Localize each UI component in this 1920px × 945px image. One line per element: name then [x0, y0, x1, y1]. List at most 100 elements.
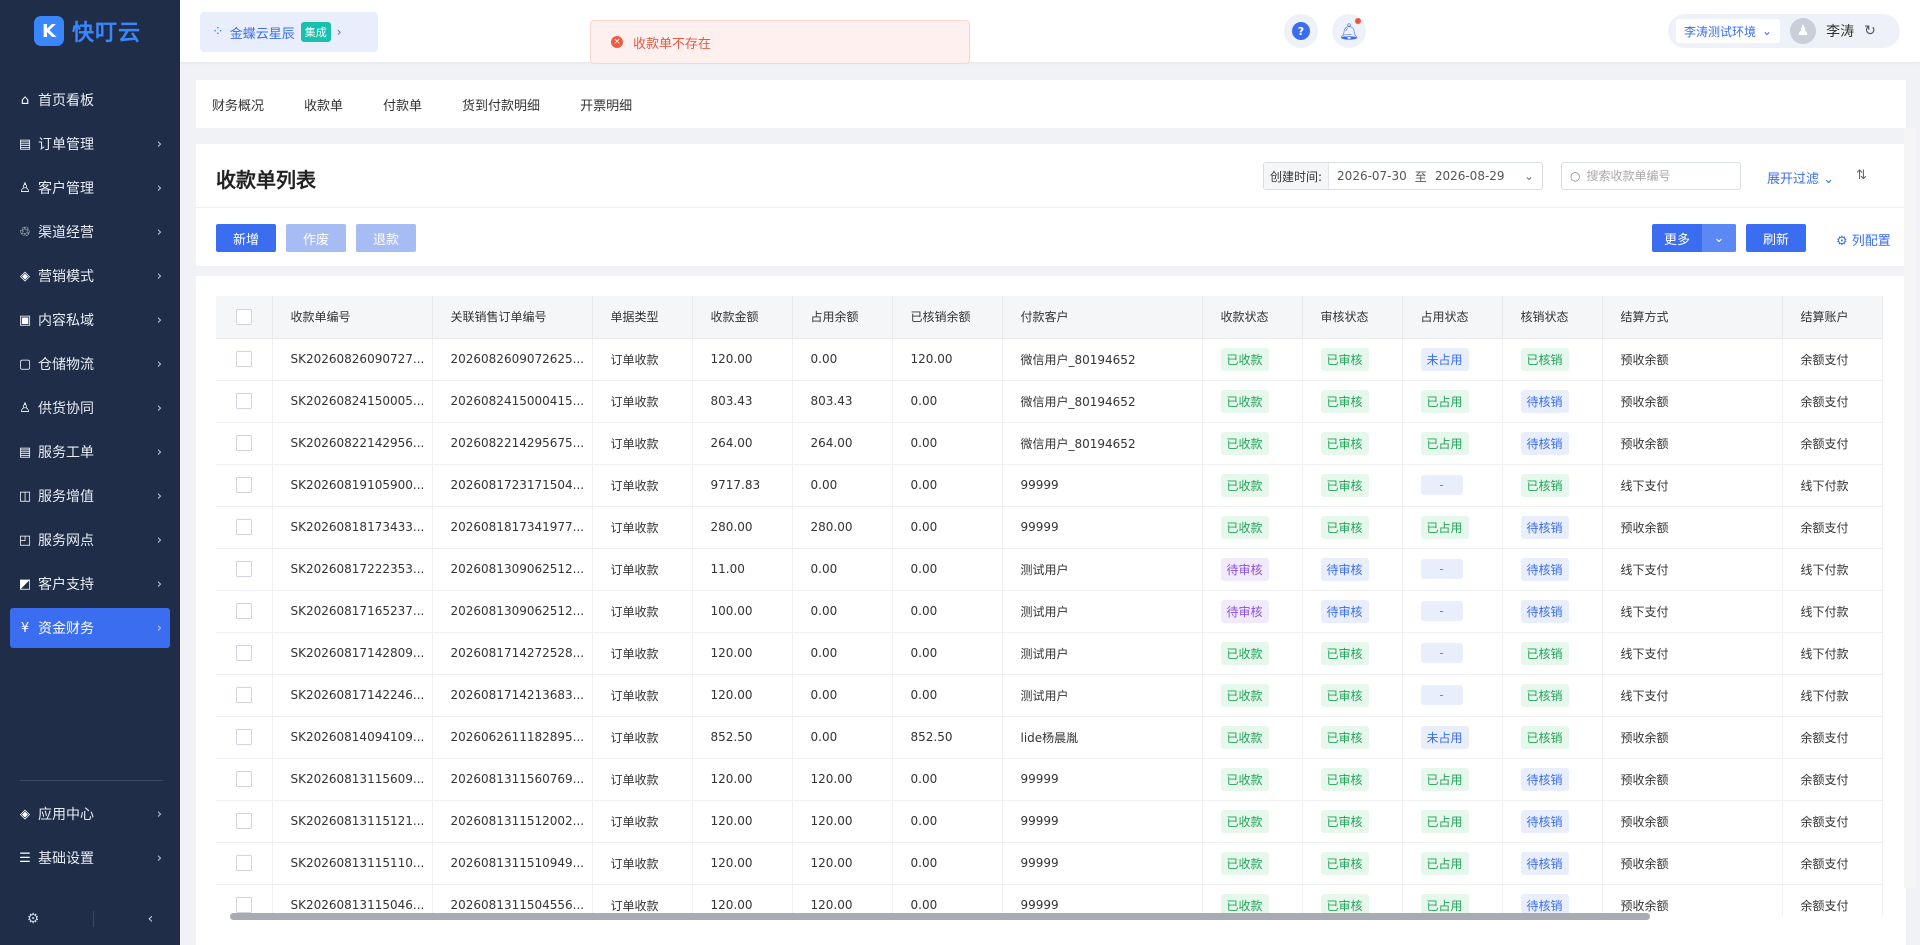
sidebar-item-warehouse[interactable]: ▢ 仓储物流 › [10, 344, 170, 384]
table-row[interactable]: SK20260813115121... 2026081311512002... 订单… [216, 800, 1883, 843]
table-cell: 已审核 [1302, 674, 1403, 717]
table-row[interactable]: SK20260817222353... 2026081309062512... 订单… [216, 548, 1883, 591]
row-checkbox[interactable] [235, 477, 252, 493]
sidebar-item-ticket[interactable]: ▤ 服务工单 › [10, 432, 170, 472]
notification-dot [1355, 18, 1361, 24]
column-header[interactable]: 已核销余额 [892, 296, 1003, 339]
table-row[interactable]: SK20260826090727... 2026082609072625... 订单… [216, 338, 1883, 381]
row-checkbox[interactable] [235, 687, 252, 703]
table-row[interactable]: SK20260818173433... 2026081817341977... 订单… [216, 506, 1883, 549]
row-checkbox[interactable] [235, 603, 252, 619]
sidebar-item-finance[interactable]: ¥ 资金财务 › [10, 608, 170, 648]
table-row[interactable]: SK20260813115609... 2026081311560769... 订单… [216, 758, 1883, 801]
table-cell: 线下支付 [1602, 674, 1783, 717]
table-cell: 0.00 [892, 800, 1003, 843]
search-box[interactable]: ○ [1561, 162, 1741, 190]
row-checkbox[interactable] [235, 813, 252, 829]
help-button[interactable]: ? [1284, 14, 1318, 48]
more-dropdown-button[interactable]: 更多 ⌄ [1652, 224, 1736, 252]
tab-3[interactable]: 货到付款明细 [462, 95, 540, 114]
page-scrollbar-track[interactable] [1904, 128, 1916, 888]
horizontal-scrollbar[interactable] [216, 911, 1864, 921]
app-logo[interactable]: K 快叮云 [0, 0, 180, 62]
column-header[interactable]: 结算账户 [1782, 296, 1883, 339]
row-checkbox[interactable] [235, 771, 252, 787]
sidebar-item-gift[interactable]: ◫ 服务增值 › [10, 476, 170, 516]
table-row[interactable]: SK20260824150005... 2026082415000415... 订单… [216, 380, 1883, 423]
table-scroll-area[interactable]: 收款单编号 关联销售订单编号 单据类型 收款金额 占用余额 已核销余额 付款客户 收款状态 审核… [216, 296, 1884, 916]
row-checkbox[interactable] [235, 393, 252, 409]
sidebar-item-channel[interactable]: ♲ 渠道经营 › [10, 212, 170, 252]
row-checkbox[interactable] [235, 519, 252, 535]
sidebar-item-home[interactable]: ⌂ 首页看板 [10, 80, 170, 120]
column-header[interactable]: 收款金额 [692, 296, 793, 339]
table-row[interactable]: SK20260813115110... 2026081311510949... 订单… [216, 842, 1883, 885]
sidebar-item-settings[interactable]: ☰ 基础设置 › [10, 838, 170, 878]
environment-select[interactable]: 李涛测试环境 ⌄ [1676, 19, 1781, 43]
sidebar-item-label: 服务网点 [38, 533, 94, 549]
sidebar-item-user[interactable]: ♙ 客户管理 › [10, 168, 170, 208]
row-checkbox[interactable] [235, 645, 252, 661]
tab-1[interactable]: 收款单 [304, 95, 343, 114]
row-checkbox[interactable] [235, 351, 252, 367]
add-button[interactable]: 新增 [216, 224, 276, 252]
date-range-picker[interactable]: 创建时间: 2026-07-30 至 2026-08-29 ⌄ [1263, 162, 1543, 190]
footer-divider [92, 911, 94, 927]
table-cell: 852.50 [892, 716, 1003, 759]
expand-filter-link[interactable]: 展开过滤 ⌄ [1767, 168, 1834, 187]
tab-0[interactable]: 财务概况 [212, 95, 264, 114]
sidebar-item-order[interactable]: ▤ 订单管理 › [10, 124, 170, 164]
collapse-sidebar-icon[interactable]: ‹ [148, 911, 154, 927]
table-cell: 0.00 [892, 758, 1003, 801]
row-checkbox[interactable] [235, 561, 252, 577]
column-header[interactable]: 收款状态 [1202, 296, 1303, 339]
sidebar-nav-bottom: ◈ 应用中心 › ☰ 基础设置 › [0, 794, 180, 882]
brand-switcher[interactable]: ⁘ 金蝶云星辰 集成 › [200, 12, 378, 52]
chevron-right-icon: › [156, 620, 162, 636]
column-header[interactable]: 核销状态 [1502, 296, 1603, 339]
sort-icon[interactable]: ⇅ [1856, 168, 1867, 183]
table-row[interactable]: SK20260814094109... 2026062611182895... 订单… [216, 716, 1883, 759]
row-checkbox[interactable] [235, 855, 252, 871]
column-header[interactable]: 占用状态 [1402, 296, 1503, 339]
horizontal-scroll-thumb[interactable] [230, 913, 1650, 920]
table-row[interactable]: SK20260819105900... 2026081723171504... 订单… [216, 464, 1883, 507]
refresh-button[interactable]: 刷新 [1746, 224, 1806, 252]
notification-button[interactable]: 🔔︎ [1332, 14, 1366, 48]
user-menu[interactable]: 李涛测试环境 ⌄ ♟ 李涛 ↻ [1668, 14, 1900, 48]
column-header[interactable]: 关联销售订单编号 [432, 296, 593, 339]
avatar[interactable]: ♟ [1790, 18, 1817, 44]
void-button[interactable]: 作废 [286, 224, 346, 252]
row-checkbox[interactable] [235, 435, 252, 451]
tab-4[interactable]: 开票明细 [580, 95, 632, 114]
sidebar-item-tag[interactable]: ◈ 营销模式 › [10, 256, 170, 296]
sidebar-item-app-center[interactable]: ◈ 应用中心 › [10, 794, 170, 834]
table-cell: 余额支付 [1782, 422, 1883, 465]
column-header[interactable]: 单据类型 [592, 296, 693, 339]
table-row[interactable]: SK20260822142956... 2026082214295675... 订单… [216, 422, 1883, 465]
column-header[interactable]: 占用余额 [792, 296, 893, 339]
column-config-link[interactable]: ⚙ 列配置 [1836, 230, 1891, 249]
sidebar-nav: ⌂ 首页看板 ▤ 订单管理 › ♙ 客户管理 › ♲ 渠道经营 › ◈ 营销模式 › ▣ 内容私域 › ▢ 仓储物流… [0, 80, 180, 648]
date-start[interactable]: 2026-07-30 [1329, 169, 1415, 183]
select-all-checkbox[interactable] [235, 308, 252, 325]
ticket-icon: ▤ [18, 444, 32, 460]
column-header[interactable]: 收款单编号 [272, 296, 433, 339]
settings-gear-icon[interactable]: ⚙ [27, 911, 40, 927]
table-row[interactable]: SK20260817165237... 2026081309062512... 订单… [216, 590, 1883, 633]
tab-2[interactable]: 付款单 [383, 95, 422, 114]
column-header[interactable]: 审核状态 [1302, 296, 1403, 339]
table-row[interactable]: SK20260817142809... 2026081714272528... 订单… [216, 632, 1883, 675]
search-input[interactable] [1586, 169, 1737, 183]
reload-icon[interactable]: ↻ [1864, 23, 1876, 39]
refund-button[interactable]: 退款 [356, 224, 416, 252]
row-checkbox[interactable] [235, 729, 252, 745]
table-row[interactable]: SK20260817142246... 2026081714213683... 订单… [216, 674, 1883, 717]
sidebar-item-support[interactable]: ◩ 客户支持 › [10, 564, 170, 604]
sidebar-item-store[interactable]: ◰ 服务网点 › [10, 520, 170, 560]
column-header[interactable]: 结算方式 [1602, 296, 1783, 339]
sidebar-item-image[interactable]: ▣ 内容私域 › [10, 300, 170, 340]
date-end[interactable]: 2026-08-29 [1427, 169, 1513, 183]
sidebar-item-supply[interactable]: ♙ 供货协同 › [10, 388, 170, 428]
column-header[interactable]: 付款客户 [1002, 296, 1203, 339]
